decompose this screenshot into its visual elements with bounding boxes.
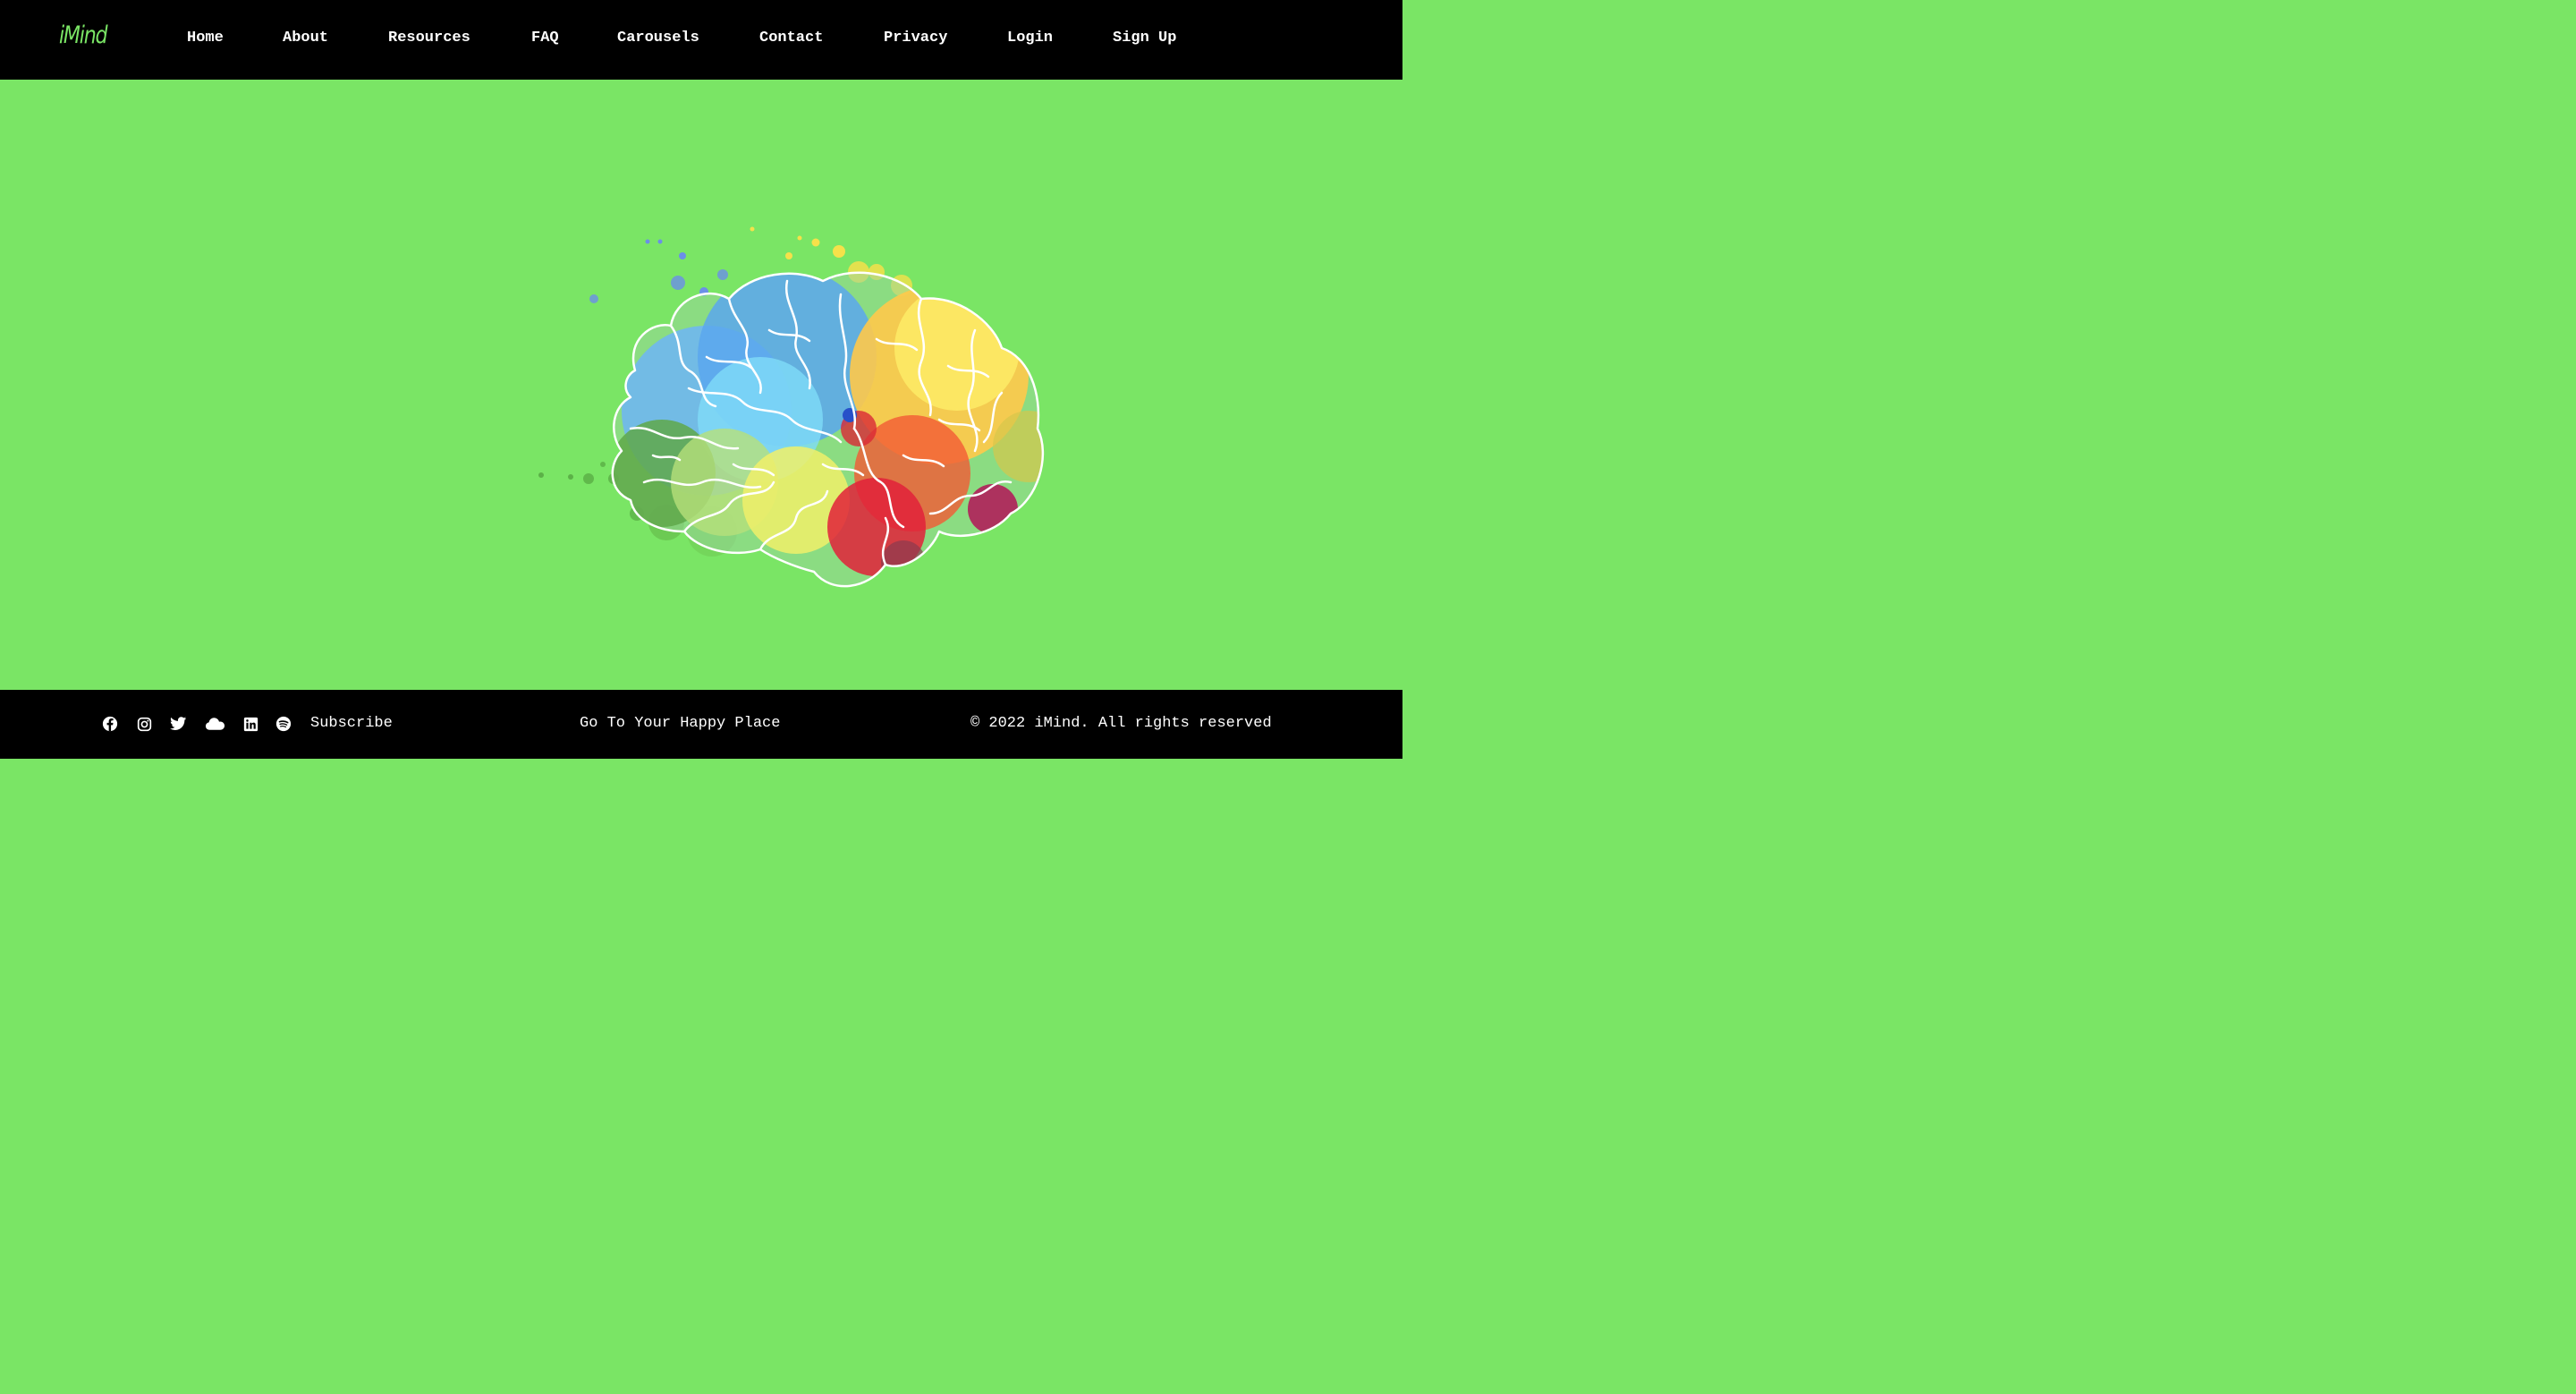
nav-contact[interactable]: Contact — [759, 30, 823, 47]
twitter-icon[interactable] — [169, 715, 187, 733]
copyright-text: © 2022 iMind. All rights reserved — [970, 715, 1272, 732]
linkedin-icon[interactable] — [242, 715, 259, 733]
site-footer: Subscribe Go To Your Happy Place © 2022 … — [0, 690, 1402, 759]
subscribe-link[interactable]: Subscribe — [310, 715, 393, 732]
top-navbar: iMind Home About Resources FAQ Carousels… — [0, 0, 1402, 80]
brand-logo[interactable]: iMind — [59, 21, 108, 49]
nav-resources[interactable]: Resources — [388, 30, 470, 47]
nav-privacy[interactable]: Privacy — [884, 30, 947, 47]
spotify-icon[interactable] — [275, 715, 292, 733]
soundcloud-icon[interactable] — [204, 715, 225, 733]
nav-faq[interactable]: FAQ — [531, 30, 559, 47]
nav-about[interactable]: About — [283, 30, 328, 47]
nav-signup[interactable]: Sign Up — [1113, 30, 1176, 47]
instagram-icon[interactable] — [135, 715, 153, 733]
footer-tagline: Go To Your Happy Place — [580, 715, 781, 732]
nav-home[interactable]: Home — [187, 30, 224, 47]
facebook-icon[interactable] — [101, 715, 119, 733]
hero-section — [0, 80, 1402, 690]
nav-login[interactable]: Login — [1007, 30, 1053, 47]
brain-illustration — [538, 226, 1045, 588]
nav-carousels[interactable]: Carousels — [617, 30, 699, 47]
